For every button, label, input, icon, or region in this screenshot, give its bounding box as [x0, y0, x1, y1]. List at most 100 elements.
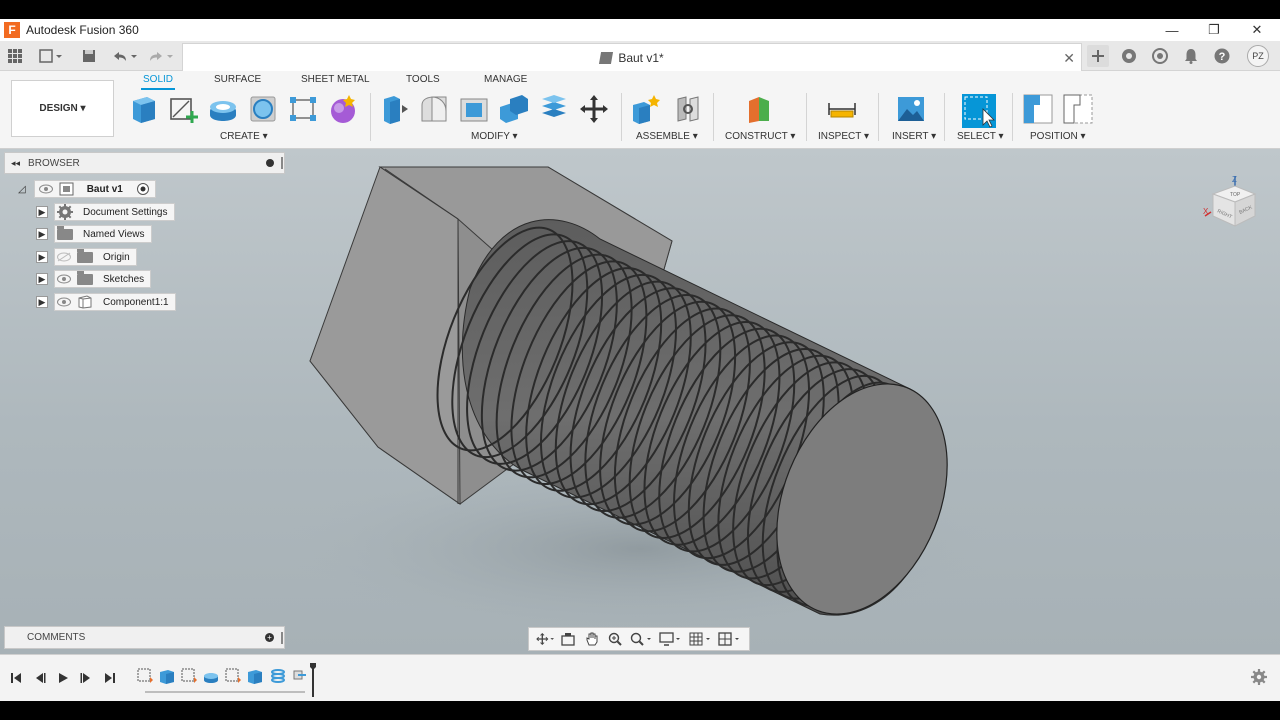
root-collapse-icon[interactable]: ◿: [18, 184, 26, 195]
tree-node[interactable]: Named Views: [54, 225, 152, 243]
visibility-eye-icon[interactable]: [38, 184, 53, 194]
timeline-revolve-feature-icon[interactable]: [202, 667, 220, 685]
tab-sheet-metal[interactable]: SHEET METAL: [301, 74, 370, 90]
new-tab-plus-icon[interactable]: [1087, 45, 1109, 67]
3d-viewport[interactable]: Z X TOP RIGHT BACK: [0, 149, 1280, 654]
offset-faces-icon[interactable]: [538, 93, 570, 125]
pan-hand-icon[interactable]: [583, 631, 601, 647]
visibility-eye-icon[interactable]: [57, 297, 71, 307]
redo-icon[interactable]: [146, 47, 176, 65]
expand-arrow-icon[interactable]: ▶: [36, 273, 48, 285]
restore-button[interactable]: ❐: [1192, 19, 1236, 41]
tree-item-document-settings[interactable]: ▶ Document Settings: [36, 202, 175, 222]
tree-node[interactable]: Document Settings: [54, 203, 175, 221]
timeline-start-icon[interactable]: [8, 670, 24, 686]
measure-icon[interactable]: [826, 93, 858, 125]
hidden-eye-icon[interactable]: [57, 252, 71, 262]
viewports-icon[interactable]: [718, 631, 742, 647]
extrude-icon[interactable]: [207, 93, 239, 125]
new-component-assemble-icon[interactable]: [630, 93, 662, 125]
combine-icon[interactable]: [498, 93, 530, 125]
timeline-track[interactable]: [145, 691, 305, 693]
select-icon[interactable]: [961, 93, 997, 129]
tree-item-component[interactable]: ▶ Component1:1: [36, 292, 176, 312]
move-copy-icon[interactable]: [578, 93, 610, 125]
collapse-browser-icon[interactable]: ◂◂: [11, 158, 20, 169]
timeline-play-icon[interactable]: [55, 670, 71, 686]
display-settings-icon[interactable]: [659, 631, 683, 647]
user-avatar[interactable]: PZ: [1247, 45, 1269, 67]
comments-resize-handle[interactable]: [281, 632, 283, 644]
press-pull-icon[interactable]: [378, 93, 410, 125]
browser-root-node[interactable]: Baut v1: [33, 180, 156, 198]
document-tab[interactable]: Baut v1* ✕: [182, 43, 1082, 71]
bolt-model[interactable]: [0, 149, 1280, 654]
data-panel-grid-icon[interactable]: [6, 47, 24, 65]
timeline-coil-feature-icon[interactable]: [269, 667, 287, 685]
tab-solid[interactable]: SOLID: [141, 74, 176, 90]
timeline-marker[interactable]: [310, 663, 316, 697]
create-sketch-icon[interactable]: [167, 93, 199, 125]
timeline-sketch-feature-icon[interactable]: [224, 667, 242, 685]
activate-radio-icon[interactable]: [136, 183, 149, 195]
tab-surface[interactable]: SURFACE: [214, 74, 261, 90]
look-at-icon[interactable]: [559, 631, 577, 647]
tree-node[interactable]: Origin: [54, 248, 137, 266]
notifications-bell-icon[interactable]: [1180, 45, 1202, 67]
expand-arrow-icon[interactable]: ▶: [36, 296, 48, 308]
timeline-next-icon[interactable]: [78, 670, 94, 686]
inspect-group-label[interactable]: INSPECT ▾: [818, 131, 869, 142]
save-icon[interactable]: [80, 47, 98, 65]
tree-item-sketches[interactable]: ▶ Sketches: [36, 269, 152, 289]
tree-item-named-views[interactable]: ▶ Named Views: [36, 224, 152, 244]
assemble-group-label[interactable]: ASSEMBLE ▾: [636, 131, 698, 142]
browser-resize-handle[interactable]: [281, 157, 283, 169]
expand-arrow-icon[interactable]: ▶: [36, 206, 48, 218]
rectangular-pattern-icon[interactable]: [287, 93, 319, 125]
tab-manage[interactable]: MANAGE: [484, 74, 527, 90]
offset-plane-icon[interactable]: [743, 93, 775, 125]
comments-panel-header[interactable]: COMMENTS +: [4, 626, 285, 649]
close-window-button[interactable]: ✕: [1235, 19, 1279, 41]
construct-group-label[interactable]: CONSTRUCT ▾: [725, 131, 795, 142]
file-menu-icon[interactable]: [36, 47, 66, 65]
select-group-label[interactable]: SELECT ▾: [957, 131, 1004, 142]
job-status-icon[interactable]: [1149, 45, 1171, 67]
tab-tools[interactable]: TOOLS: [406, 74, 440, 90]
undo-icon[interactable]: [110, 47, 140, 65]
shell-icon[interactable]: [458, 93, 490, 125]
zoom-icon[interactable]: [606, 631, 624, 647]
fit-view-icon[interactable]: [630, 631, 654, 647]
create-group-label[interactable]: CREATE ▾: [220, 131, 268, 142]
close-document-icon[interactable]: ✕: [1063, 50, 1075, 67]
timeline-settings-gear-icon[interactable]: [1251, 669, 1267, 689]
workspace-switcher-button[interactable]: DESIGN ▾: [11, 80, 114, 137]
timeline-sketch-feature-icon[interactable]: [180, 667, 198, 685]
timeline-extrude-feature-icon[interactable]: [158, 667, 176, 685]
timeline-sketch-feature-icon[interactable]: [136, 667, 154, 685]
tree-node[interactable]: Sketches: [54, 270, 152, 288]
revolve-icon[interactable]: [247, 93, 279, 125]
visibility-eye-icon[interactable]: [57, 274, 71, 284]
browser-panel-header[interactable]: ◂◂ BROWSER: [4, 152, 285, 174]
timeline-end-icon[interactable]: [102, 670, 118, 686]
capture-position-icon[interactable]: [1022, 93, 1054, 125]
orbit-icon[interactable]: [536, 631, 554, 647]
tree-node[interactable]: Component1:1: [54, 293, 176, 311]
insert-image-icon[interactable]: [895, 93, 927, 125]
position-group-label[interactable]: POSITION ▾: [1030, 131, 1086, 142]
expand-arrow-icon[interactable]: ▶: [36, 251, 48, 263]
revert-position-icon[interactable]: [1062, 93, 1094, 125]
fillet-icon[interactable]: [418, 93, 450, 125]
tree-item-origin[interactable]: ▶ Origin: [36, 247, 137, 267]
create-form-icon[interactable]: [327, 93, 359, 125]
joint-icon[interactable]: [672, 93, 704, 125]
browser-root-row[interactable]: ◿ Baut v1: [18, 179, 156, 199]
insert-group-label[interactable]: INSERT ▾: [892, 131, 936, 142]
extensions-icon[interactable]: [1118, 45, 1140, 67]
help-icon[interactable]: ?: [1211, 45, 1233, 67]
new-component-icon[interactable]: [127, 93, 159, 125]
browser-pin-icon[interactable]: [266, 159, 274, 167]
timeline-extrude-feature-icon[interactable]: [246, 667, 264, 685]
modify-group-label[interactable]: MODIFY ▾: [471, 131, 518, 142]
